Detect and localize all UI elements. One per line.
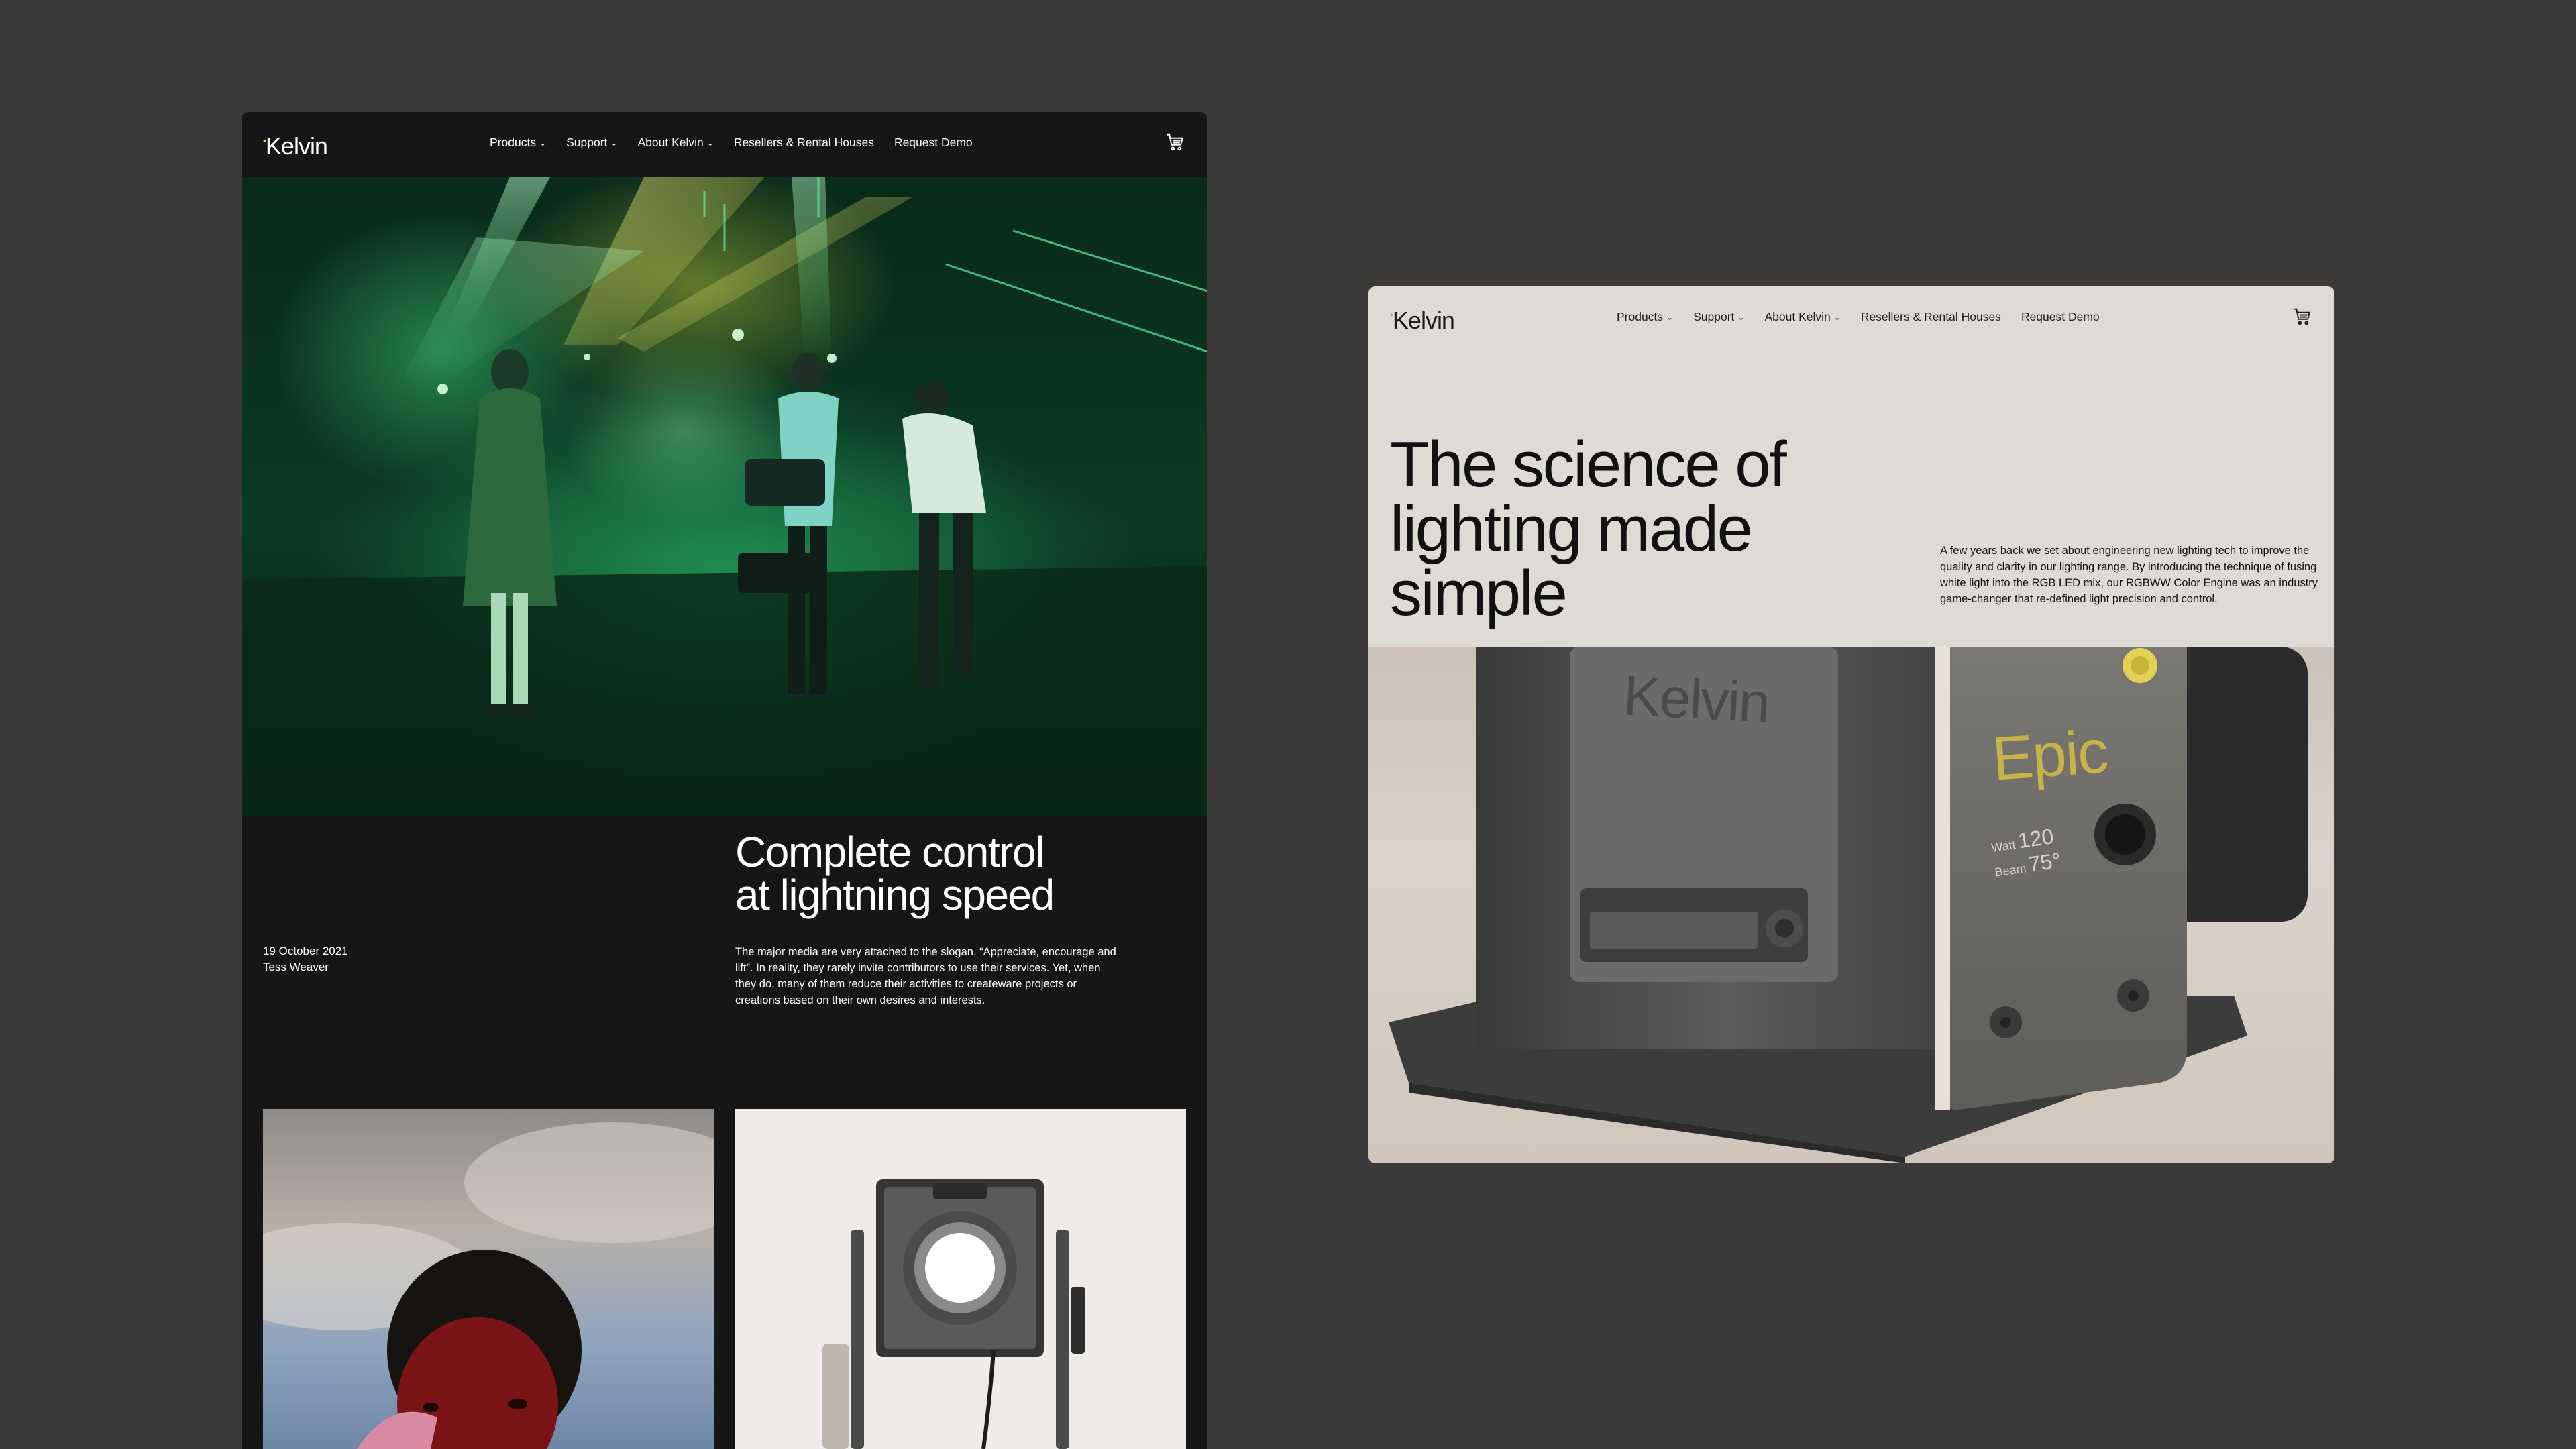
nav-item-products[interactable]: Products ⌄ — [1617, 310, 1673, 324]
cart-icon[interactable] — [1165, 132, 1185, 152]
nav-item-about[interactable]: About Kelvin ⌄ — [637, 136, 713, 150]
logo-dot: • — [1390, 309, 1393, 320]
hero-description: A few years back we set about engineerin… — [1940, 545, 2318, 605]
device-brand-label: Kelvin — [1621, 663, 1771, 735]
kelvin-logo[interactable]: •Kelvin — [263, 132, 328, 160]
top-nav: •Kelvin Products ⌄ Support ⌄ About Kelvin ⌄… — [241, 112, 1208, 177]
nav-item-resellers[interactable]: Resellers & Rental Houses — [1861, 310, 2001, 324]
nav-item-about[interactable]: About Kelvin ⌄ — [1764, 310, 1840, 324]
nav-item-request-demo[interactable]: Request Demo — [2021, 310, 2100, 324]
light-site-window: •Kelvin Products ⌄ Support ⌄ About Kelvin ⌄… — [1368, 286, 2334, 1163]
product-hero-image: Kelvin Epic Watt 120 Beam 75° — [1368, 647, 2334, 1163]
concert-hero-image — [241, 177, 1208, 816]
main-menu: Products ⌄ Support ⌄ About Kelvin ⌄ Reselle… — [490, 136, 973, 150]
dark-site-window: •Kelvin Products ⌄ Support ⌄ About Kelvin ⌄… — [241, 112, 1208, 1449]
chevron-down-icon: ⌄ — [1737, 313, 1745, 322]
main-menu: Products ⌄ Support ⌄ About Kelvin ⌄ Reselle… — [1617, 310, 2100, 324]
nav-item-support[interactable]: Support ⌄ — [1693, 310, 1744, 324]
logo-text: Kelvin — [265, 132, 328, 160]
article-author: Tess Weaver — [263, 961, 329, 973]
article-title: Complete control at lightning speed — [735, 828, 1055, 919]
nav-item-products[interactable]: Products ⌄ — [490, 136, 546, 150]
top-nav: •Kelvin Products ⌄ Support ⌄ About Kelvin ⌄… — [1368, 286, 2334, 352]
logo-dot: • — [263, 135, 266, 146]
nav-item-support[interactable]: Support ⌄ — [566, 136, 617, 150]
chevron-down-icon: ⌄ — [706, 138, 714, 148]
device-specs: Watt 120 Beam 75° — [1990, 824, 2063, 879]
chevron-down-icon: ⌄ — [1666, 313, 1674, 322]
portrait-image-card[interactable] — [263, 1109, 714, 1449]
chevron-down-icon: ⌄ — [539, 138, 547, 148]
article-date: 19 October 2021 — [263, 945, 348, 957]
article-body: The major media are very attached to the… — [735, 946, 1116, 1006]
device-model-label: Epic — [1990, 717, 2110, 794]
logo-text: Kelvin — [1392, 307, 1455, 334]
chevron-down-icon: ⌄ — [1833, 313, 1841, 322]
chevron-down-icon: ⌄ — [610, 138, 618, 148]
hero-heading: The science of lighting made simple — [1390, 429, 1787, 629]
product-image-card[interactable] — [735, 1109, 1186, 1449]
nav-item-resellers[interactable]: Resellers & Rental Houses — [734, 136, 874, 150]
nav-item-request-demo[interactable]: Request Demo — [894, 136, 973, 150]
kelvin-logo[interactable]: •Kelvin — [1390, 307, 1455, 335]
cart-icon[interactable] — [2292, 307, 2312, 327]
